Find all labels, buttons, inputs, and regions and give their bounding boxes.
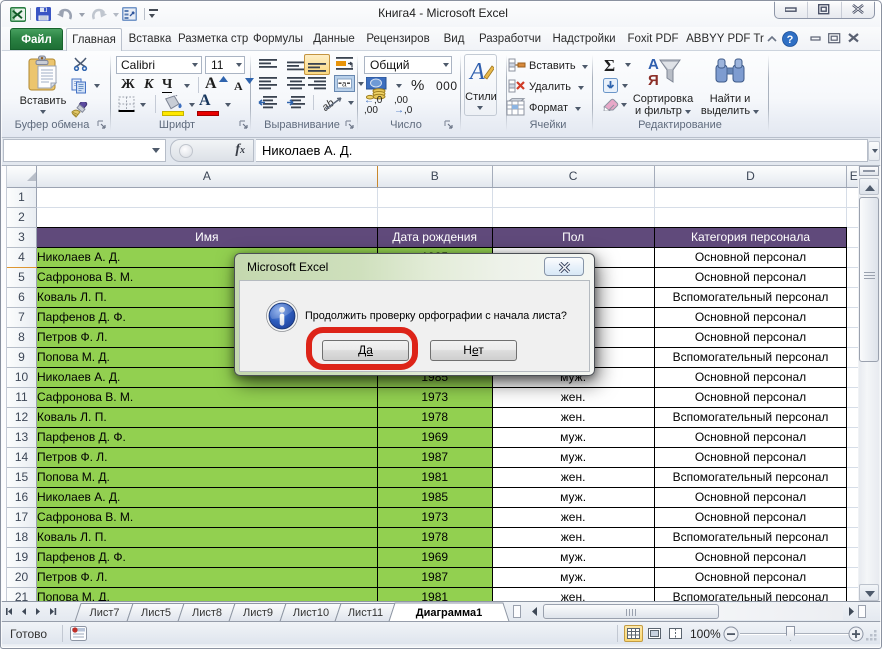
svg-text:Лист5: Лист5 [141,607,171,619]
svg-text:Лист11: Лист11 [348,607,383,619]
svg-text:А: А [648,56,659,73]
svg-text:Диаграмма1: Диаграмма1 [416,607,483,619]
svg-text:?: ? [787,34,794,46]
svg-text:Лист8: Лист8 [192,607,222,619]
svg-text:Лист10: Лист10 [293,607,329,619]
svg-text:Лист7: Лист7 [89,607,119,619]
svg-text:Лист9: Лист9 [243,607,273,619]
svg-text:ab: ab [322,97,337,112]
svg-text:a: a [342,80,347,89]
svg-text:A: A [468,59,485,85]
svg-text:Я: Я [648,72,659,89]
